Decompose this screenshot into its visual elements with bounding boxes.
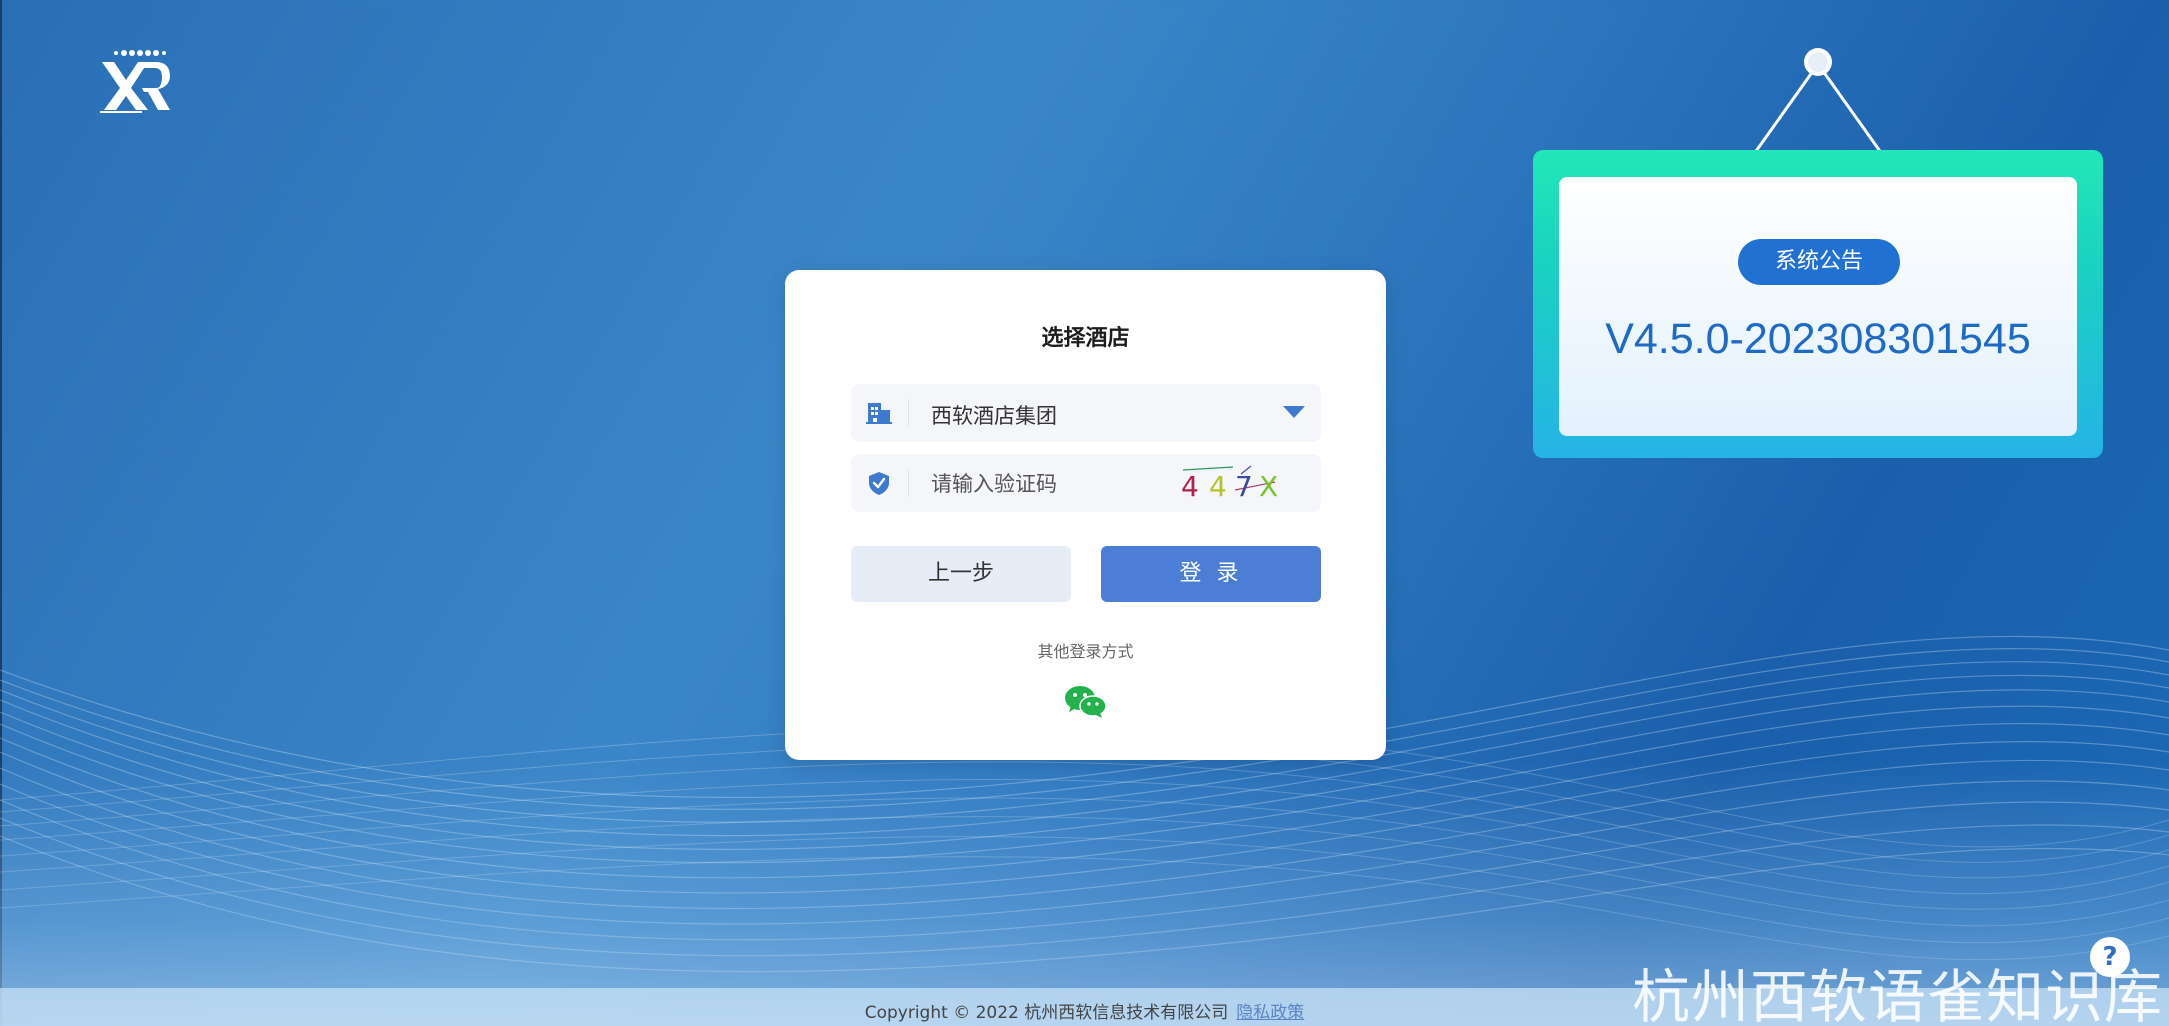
captcha-char: 7 [1235, 470, 1253, 503]
prev-step-button[interactable]: 上一步 [851, 546, 1071, 602]
watermark: 杭州西软语雀知识库 [1631, 963, 2163, 1026]
login-button[interactable]: 登 录 [1101, 546, 1321, 602]
field-separator [908, 399, 909, 427]
notice-content: 系统公告 V4.5.0-202308301545 [1559, 177, 2077, 436]
system-notice-board: 系统公告 V4.5.0-202308301545 [1533, 150, 2103, 458]
field-separator [908, 469, 909, 497]
wechat-icon[interactable] [1063, 684, 1109, 720]
hotel-select[interactable]: 西软酒店集团 [851, 384, 1321, 442]
captcha-image[interactable]: 4 4 7 X [1171, 460, 1291, 506]
captcha-input[interactable] [929, 464, 1173, 504]
xr-logo [100, 50, 170, 113]
notice-hanger [1752, 48, 1884, 155]
shield-check-icon [869, 472, 889, 495]
hotel-select-value: 西软酒店集团 [931, 404, 1057, 428]
dropdown-arrow-icon[interactable] [1283, 406, 1305, 418]
notice-version: V4.5.0-202308301545 [1605, 315, 2031, 363]
login-card: 选择酒店 西软酒店集团 4 4 7 X [785, 270, 1386, 760]
captcha-char: 4 [1209, 470, 1227, 503]
captcha-char: X [1259, 470, 1278, 503]
building-icon [866, 403, 892, 424]
card-title: 选择酒店 [1041, 326, 1130, 351]
captcha-field: 4 4 7 X [851, 454, 1321, 512]
captcha-char: 4 [1181, 470, 1199, 503]
privacy-policy-link[interactable]: 隐私政策 [1236, 1003, 1304, 1023]
copyright-text: Copyright © 2022 杭州西软信息技术有限公司 [864, 1003, 1229, 1023]
other-login-label: 其他登录方式 [1037, 642, 1134, 661]
notice-badge: 系统公告 [1738, 239, 1900, 285]
